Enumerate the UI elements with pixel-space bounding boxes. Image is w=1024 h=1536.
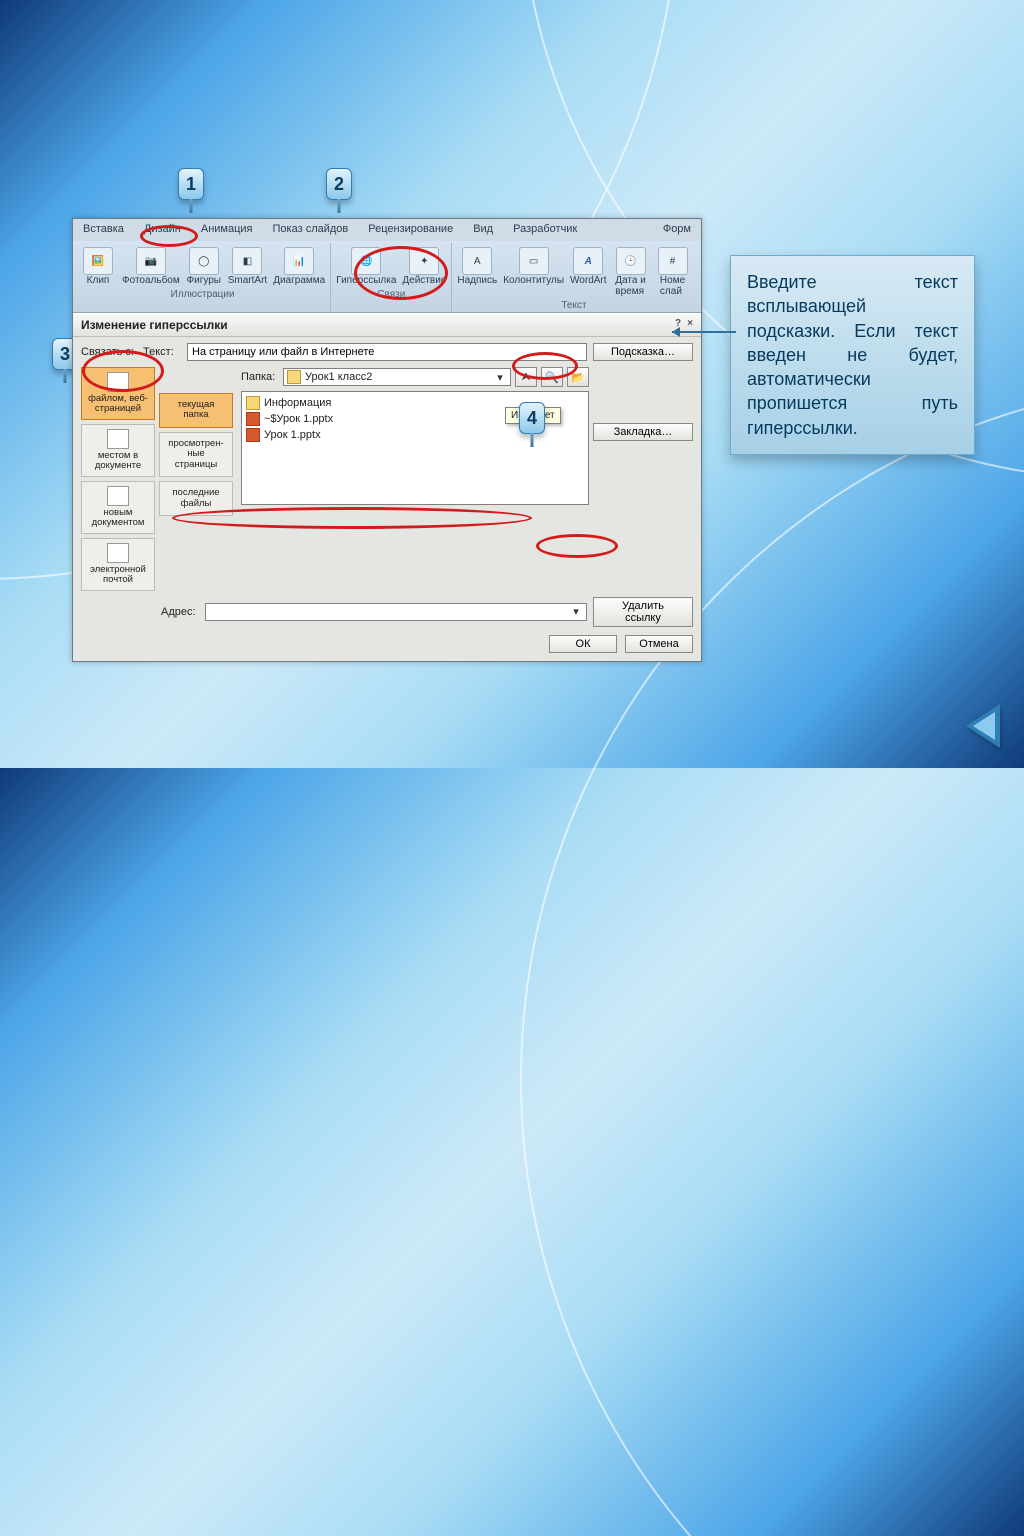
browse-panel: текущая папка просмотрен- ные страницы п… <box>159 367 233 591</box>
place-icon <box>107 429 129 449</box>
tab-insert[interactable]: Вставка <box>73 219 134 241</box>
action-icon: ✦ <box>409 247 439 275</box>
dialog-help-button[interactable]: ? <box>675 318 681 332</box>
ribbon-wordart[interactable]: AWordArt <box>569 245 608 299</box>
text-label: Текст: <box>143 346 181 358</box>
tab-view[interactable]: Вид <box>463 219 503 241</box>
cancel-button[interactable]: Отмена <box>625 635 693 653</box>
hyperlink-icon: 🌐 <box>351 247 381 275</box>
linkto-file-web[interactable]: файлом, веб- страницей <box>81 367 155 420</box>
browse-web-button[interactable]: 🔍 <box>541 367 563 387</box>
instruction-panel: Введите текст всплывающей подсказки. Есл… <box>730 255 975 455</box>
up-folder-button[interactable]: ⮝ <box>515 367 537 387</box>
linkto-panel: файлом, веб- страницей местом в документ… <box>81 367 155 591</box>
smartart-icon: ◧ <box>232 247 262 275</box>
app-window: Вставка Дизайн Анимация Показ слайдов Ре… <box>72 218 702 662</box>
callout-2: 2 <box>326 168 352 200</box>
prev-slide-button[interactable] <box>966 704 1000 748</box>
textbox-icon: A <box>462 247 492 275</box>
file-web-icon <box>107 372 129 392</box>
address-combo[interactable]: ▾ <box>205 603 587 621</box>
group-links-label: Связи <box>377 289 405 300</box>
ribbon-photoalbum[interactable]: 📷Фотоальбом <box>121 245 181 288</box>
ribbon-hyperlink[interactable]: 🌐Гиперссылка <box>335 245 397 288</box>
dialog-close-button[interactable]: × <box>687 318 693 332</box>
email-icon <box>107 543 129 563</box>
tab-animation[interactable]: Анимация <box>191 219 263 241</box>
tab-slideshow[interactable]: Показ слайдов <box>263 219 359 241</box>
folder-label: Папка: <box>241 371 279 383</box>
callout-4: 4 <box>519 402 545 434</box>
ribbon-smartart[interactable]: ◧SmartArt <box>227 245 268 288</box>
linkto-label: Связать с: <box>81 346 137 358</box>
ribbon-tabs: Вставка Дизайн Анимация Показ слайдов Ре… <box>73 219 701 241</box>
headerfooter-icon: ▭ <box>519 247 549 275</box>
linkto-place[interactable]: местом в документе <box>81 424 155 477</box>
ribbon-action[interactable]: ✦Действие <box>401 245 447 288</box>
screen-tip-button[interactable]: Подсказка… <box>593 343 693 361</box>
folder-combo[interactable]: Урок1 класс2 ▾ <box>283 368 511 386</box>
slidenumber-icon: # <box>658 247 688 275</box>
ribbon-headerfooter[interactable]: ▭Колонтитулы <box>502 245 565 299</box>
bookmark-button[interactable]: Закладка… <box>593 423 693 441</box>
ribbon-slidenumber[interactable]: #Номе слай <box>654 245 692 299</box>
ribbon-datetime[interactable]: 🕒Дата и время <box>612 245 650 299</box>
datetime-icon: 🕒 <box>616 247 646 275</box>
address-label: Адрес: <box>161 606 199 618</box>
hyperlink-dialog: Изменение гиперссылки ? × Связать с: Тек… <box>73 313 701 661</box>
remove-link-button[interactable]: Удалить ссылку <box>593 597 693 627</box>
folder-icon <box>287 370 301 384</box>
browse-recent-files[interactable]: последние файлы <box>159 481 233 516</box>
newdoc-icon <box>107 486 129 506</box>
shapes-icon: ◯ <box>189 247 219 275</box>
group-illustrations-label: Иллюстрации <box>171 289 235 300</box>
linkto-email[interactable]: электронной почтой <box>81 538 155 591</box>
browse-recent-pages[interactable]: просмотрен- ные страницы <box>159 432 233 477</box>
photoalbum-icon: 📷 <box>136 247 166 275</box>
tab-review[interactable]: Рецензирование <box>358 219 463 241</box>
ribbon-textbox[interactable]: AНадпись <box>456 245 498 299</box>
dialog-title: Изменение гиперссылки <box>81 318 228 332</box>
browse-current-folder[interactable]: текущая папка <box>159 393 233 428</box>
ribbon-clip[interactable]: 🖼️Клип <box>79 245 117 288</box>
tab-design[interactable]: Дизайн <box>134 219 191 241</box>
clip-icon: 🖼️ <box>83 247 113 275</box>
pptx-icon <box>246 412 260 426</box>
ribbon-shapes[interactable]: ◯Фигуры <box>185 245 223 288</box>
linkto-newdoc[interactable]: новым документом <box>81 481 155 534</box>
group-text-label: Текст <box>561 300 586 311</box>
browse-file-button[interactable]: 📂 <box>567 367 589 387</box>
ribbon: 🖼️Клип 📷Фотоальбом ◯Фигуры ◧SmartArt 📊Ди… <box>73 241 701 313</box>
chevron-down-icon: ▾ <box>493 371 507 384</box>
tab-format[interactable]: Форм <box>653 219 701 241</box>
folder-icon <box>246 396 260 410</box>
ok-button[interactable]: ОК <box>549 635 617 653</box>
chevron-down-icon: ▾ <box>569 605 583 618</box>
chart-icon: 📊 <box>284 247 314 275</box>
display-text-input[interactable] <box>187 343 587 361</box>
callout-1: 1 <box>178 168 204 200</box>
tab-developer[interactable]: Разработчик <box>503 219 587 241</box>
ribbon-chart[interactable]: 📊Диаграмма <box>272 245 326 288</box>
wordart-icon: A <box>573 247 603 275</box>
pptx-icon <box>246 428 260 442</box>
